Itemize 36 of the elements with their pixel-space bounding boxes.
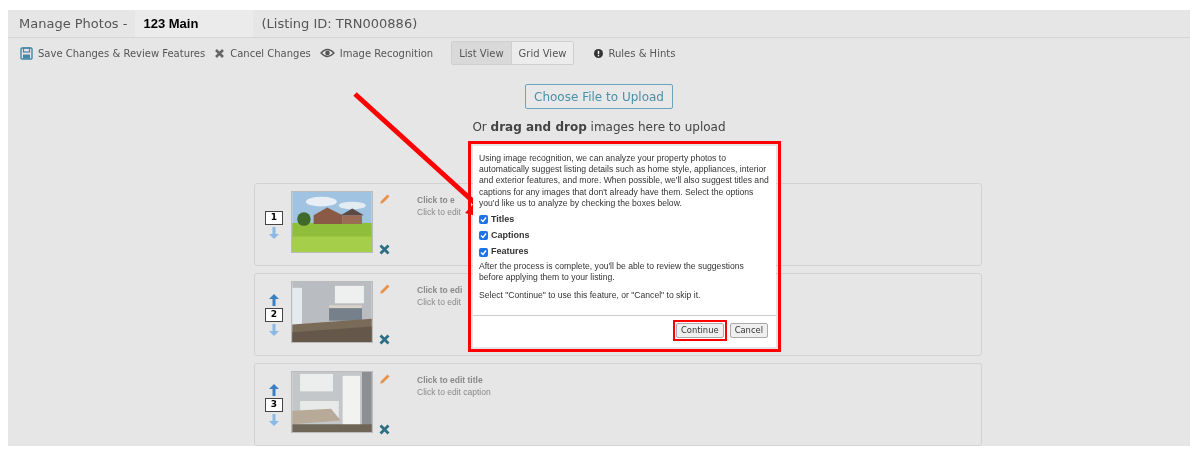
dialog-button[interactable]: Continue	[675, 323, 724, 338]
dialog-text: Using image recognition, we can analyze your property photos to automatically suggest listing details such as home style, appliances, interior and exterior features, and more. When possible, we'll also suggest titles and captions for any images that don't already have them. Select the options you'd like us to analyze by checking the boxes below.	[479, 153, 770, 209]
view-tab[interactable]: List View	[452, 42, 511, 64]
address-label: 123 Main	[135, 10, 254, 37]
delete-icon[interactable]	[379, 244, 390, 255]
option-label: Captions	[491, 230, 530, 242]
listing-id: (Listing ID: TRN000886)	[261, 14, 418, 33]
option-label: Titles	[491, 214, 515, 226]
dialog-text: Select "Continue" to use this feature, or "Cancel" to skip it.	[479, 290, 702, 302]
dialog-text: After the process is complete, you'll be able to review the suggestions before applying them to your listing.	[479, 260, 745, 284]
pencil-icon[interactable]	[379, 193, 391, 205]
page-title: Manage Photos -	[19, 14, 128, 33]
info-icon	[594, 48, 604, 58]
toolbar-button[interactable]: Cancel Changes	[214, 45, 311, 61]
pencil-icon[interactable]	[379, 373, 391, 385]
move-up-icon[interactable]	[269, 293, 279, 306]
save-icon	[20, 46, 33, 60]
order-number[interactable]: 3	[265, 397, 283, 412]
order-number[interactable]: 1	[265, 210, 283, 225]
drag-drop-hint: Or drag and drop images here to upload	[472, 119, 726, 136]
option-label: Features	[491, 246, 529, 258]
close-icon	[214, 47, 226, 59]
toolbar-button[interactable]: Save Changes & Review Features	[20, 45, 206, 61]
delete-icon[interactable]	[379, 424, 390, 435]
view-tab[interactable]: Grid View	[510, 42, 574, 64]
pencil-icon[interactable]	[379, 283, 391, 295]
dialog-button[interactable]: Cancel	[729, 323, 768, 338]
move-up-icon[interactable]	[269, 383, 279, 396]
checkbox[interactable]	[479, 215, 488, 225]
delete-icon[interactable]	[379, 334, 390, 345]
checkbox[interactable]	[479, 247, 488, 257]
order-number[interactable]: 2	[265, 307, 283, 322]
eye-icon	[319, 48, 335, 58]
toolbar-button[interactable]: Image Recognition	[319, 45, 434, 61]
checkbox[interactable]	[479, 231, 488, 241]
rules-hints-button[interactable]: Rules & Hints	[594, 45, 676, 61]
